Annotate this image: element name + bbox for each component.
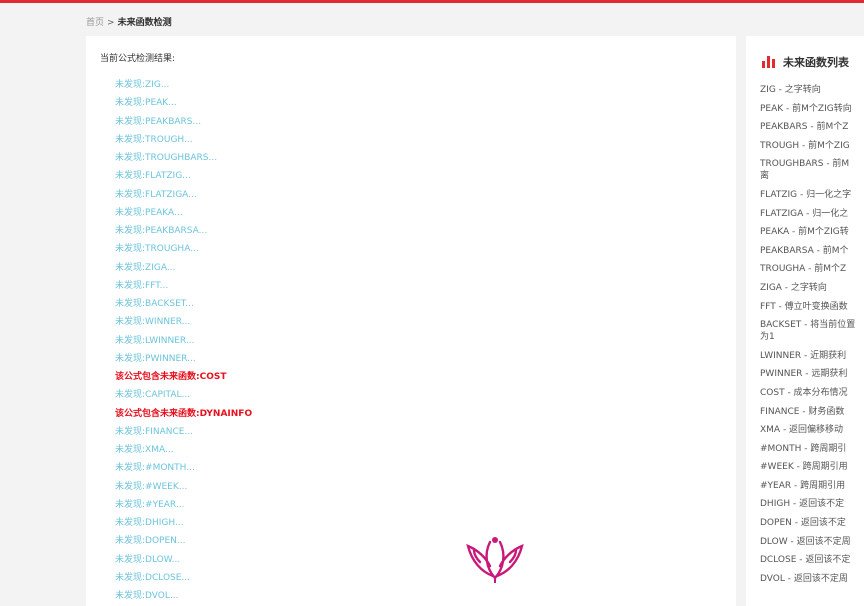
result-item[interactable]: 未发现:FFT... bbox=[115, 280, 252, 298]
result-item[interactable]: 未发现:PWINNER... bbox=[115, 353, 252, 371]
function-list-item[interactable]: DCLOSE - 返回该不定 bbox=[760, 554, 864, 566]
result-item[interactable]: 未发现:ZIG... bbox=[115, 79, 252, 97]
result-item[interactable]: 未发现:#YEAR... bbox=[115, 499, 252, 517]
function-list-item[interactable]: TROUGH - 前M个ZIG bbox=[760, 140, 864, 152]
lotus-logo-icon bbox=[466, 537, 524, 583]
breadcrumb-current: 未来函数检测 bbox=[117, 18, 172, 28]
function-list-item[interactable]: PEAKBARSA - 前M个 bbox=[760, 245, 864, 257]
function-list-item[interactable]: TROUGHBARS - 前M bbox=[760, 158, 864, 170]
function-list-item[interactable]: BACKSET - 将当前位置 bbox=[760, 319, 864, 331]
function-list: ZIG - 之字转向 PEAK - 前M个ZIG转向 PEAKBARS - 前M个Z… bbox=[760, 84, 864, 591]
function-list-item[interactable]: PWINNER - 远期获利 bbox=[760, 368, 864, 380]
result-item[interactable]: 未发现:TROUGH... bbox=[115, 134, 252, 152]
function-list-item[interactable]: FINANCE - 财务函数 bbox=[760, 406, 864, 418]
result-item[interactable]: 未发现:LWINNER... bbox=[115, 335, 252, 353]
result-item-hit: 该公式包含未来函数:COST bbox=[115, 372, 227, 382]
result-item[interactable]: 未发现:TROUGHA... bbox=[115, 243, 252, 261]
function-list-item[interactable]: PEAK - 前M个ZIG转向 bbox=[760, 103, 864, 115]
function-list-item[interactable]: COST - 成本分布情况 bbox=[760, 387, 864, 399]
top-accent-bar bbox=[0, 0, 864, 3]
function-list-item[interactable]: FLATZIGA - 归一化之 bbox=[760, 208, 864, 220]
result-item[interactable]: 未发现:CAPITAL... bbox=[115, 389, 252, 407]
result-item[interactable]: 未发现:PEAKBARSA... bbox=[115, 225, 252, 243]
function-list-item[interactable]: FLATZIG - 归一化之字 bbox=[760, 189, 864, 201]
result-list: 未发现:ZIG... 未发现:PEAK... 未发现:PEAKBARS... 未发现:… bbox=[115, 79, 252, 606]
result-item[interactable]: 未发现:PEAKA... bbox=[115, 207, 252, 225]
function-list-item[interactable]: 为1 bbox=[760, 331, 864, 343]
function-list-item[interactable]: DVOL - 返回该不定周 bbox=[760, 573, 864, 585]
function-list-item[interactable]: XMA - 返回偏移移动 bbox=[760, 424, 864, 436]
result-item[interactable]: 未发现:#MONTH... bbox=[115, 462, 252, 480]
result-panel: 当前公式检测结果: 未发现:ZIG... 未发现:PEAK... 未发现:PEAKB… bbox=[86, 36, 736, 606]
function-list-item[interactable]: FFT - 傅立叶变换函数 bbox=[760, 301, 864, 313]
bar-chart-icon bbox=[762, 56, 775, 68]
result-item[interactable]: 未发现:DVOL... bbox=[115, 590, 252, 606]
function-list-item[interactable]: #WEEK - 跨周期引用 bbox=[760, 461, 864, 473]
result-item[interactable]: 未发现:XMA... bbox=[115, 444, 252, 462]
function-list-item[interactable]: #YEAR - 跨周期引用 bbox=[760, 480, 864, 492]
function-list-title: 未来函数列表 bbox=[783, 56, 849, 69]
result-item[interactable]: 未发现:PEAKBARS... bbox=[115, 116, 252, 134]
result-item[interactable]: 未发现:PEAK... bbox=[115, 97, 252, 115]
function-list-item[interactable]: TROUGHA - 前M个Z bbox=[760, 263, 864, 275]
function-list-item[interactable]: ZIG - 之字转向 bbox=[760, 84, 864, 96]
result-item[interactable]: 未发现:BACKSET... bbox=[115, 298, 252, 316]
function-list-item[interactable]: PEAKBARS - 前M个Z bbox=[760, 121, 864, 133]
breadcrumb-home-link[interactable]: 首页 bbox=[86, 18, 104, 28]
result-item[interactable]: 未发现:FINANCE... bbox=[115, 426, 252, 444]
function-list-item[interactable]: ZIGA - 之字转向 bbox=[760, 282, 864, 294]
result-title: 当前公式检测结果: bbox=[100, 54, 176, 64]
result-item[interactable]: 未发现:WINNER... bbox=[115, 316, 252, 334]
breadcrumb-separator: > bbox=[107, 18, 115, 28]
result-item[interactable]: 未发现:DLOW... bbox=[115, 554, 252, 572]
result-item-hit: 该公式包含未来函数:DYNAINFO bbox=[115, 408, 253, 419]
function-list-item[interactable]: DLOW - 返回该不定周 bbox=[760, 536, 864, 548]
function-list-item[interactable]: PEAKA - 前M个ZIG转 bbox=[760, 226, 864, 238]
result-item[interactable]: 未发现:FLATZIGA... bbox=[115, 189, 252, 207]
result-item[interactable]: 未发现:DCLOSE... bbox=[115, 572, 252, 590]
function-list-item[interactable]: 离 bbox=[760, 170, 864, 182]
result-item[interactable]: 未发现:FLATZIG... bbox=[115, 170, 252, 188]
breadcrumb: 首页 > 未来函数检测 bbox=[86, 15, 172, 28]
function-list-panel: 未来函数列表 ZIG - 之字转向 PEAK - 前M个ZIG转向 PEAKBARS… bbox=[746, 36, 864, 606]
result-item[interactable]: 未发现:ZIGA... bbox=[115, 262, 252, 280]
result-item[interactable]: 未发现:DOPEN... bbox=[115, 535, 252, 553]
function-list-item[interactable]: DOPEN - 返回该不定 bbox=[760, 517, 864, 529]
function-list-header: 未来函数列表 bbox=[762, 55, 849, 69]
result-item[interactable]: 未发现:TROUGHBARS... bbox=[115, 152, 252, 170]
function-list-item[interactable]: #MONTH - 跨周期引 bbox=[760, 443, 864, 455]
function-list-item[interactable]: DHIGH - 返回该不定 bbox=[760, 498, 864, 510]
function-list-item[interactable]: LWINNER - 近期获利 bbox=[760, 350, 864, 362]
result-item[interactable]: 未发现:DHIGH... bbox=[115, 517, 252, 535]
result-item[interactable]: 未发现:#WEEK... bbox=[115, 481, 252, 499]
